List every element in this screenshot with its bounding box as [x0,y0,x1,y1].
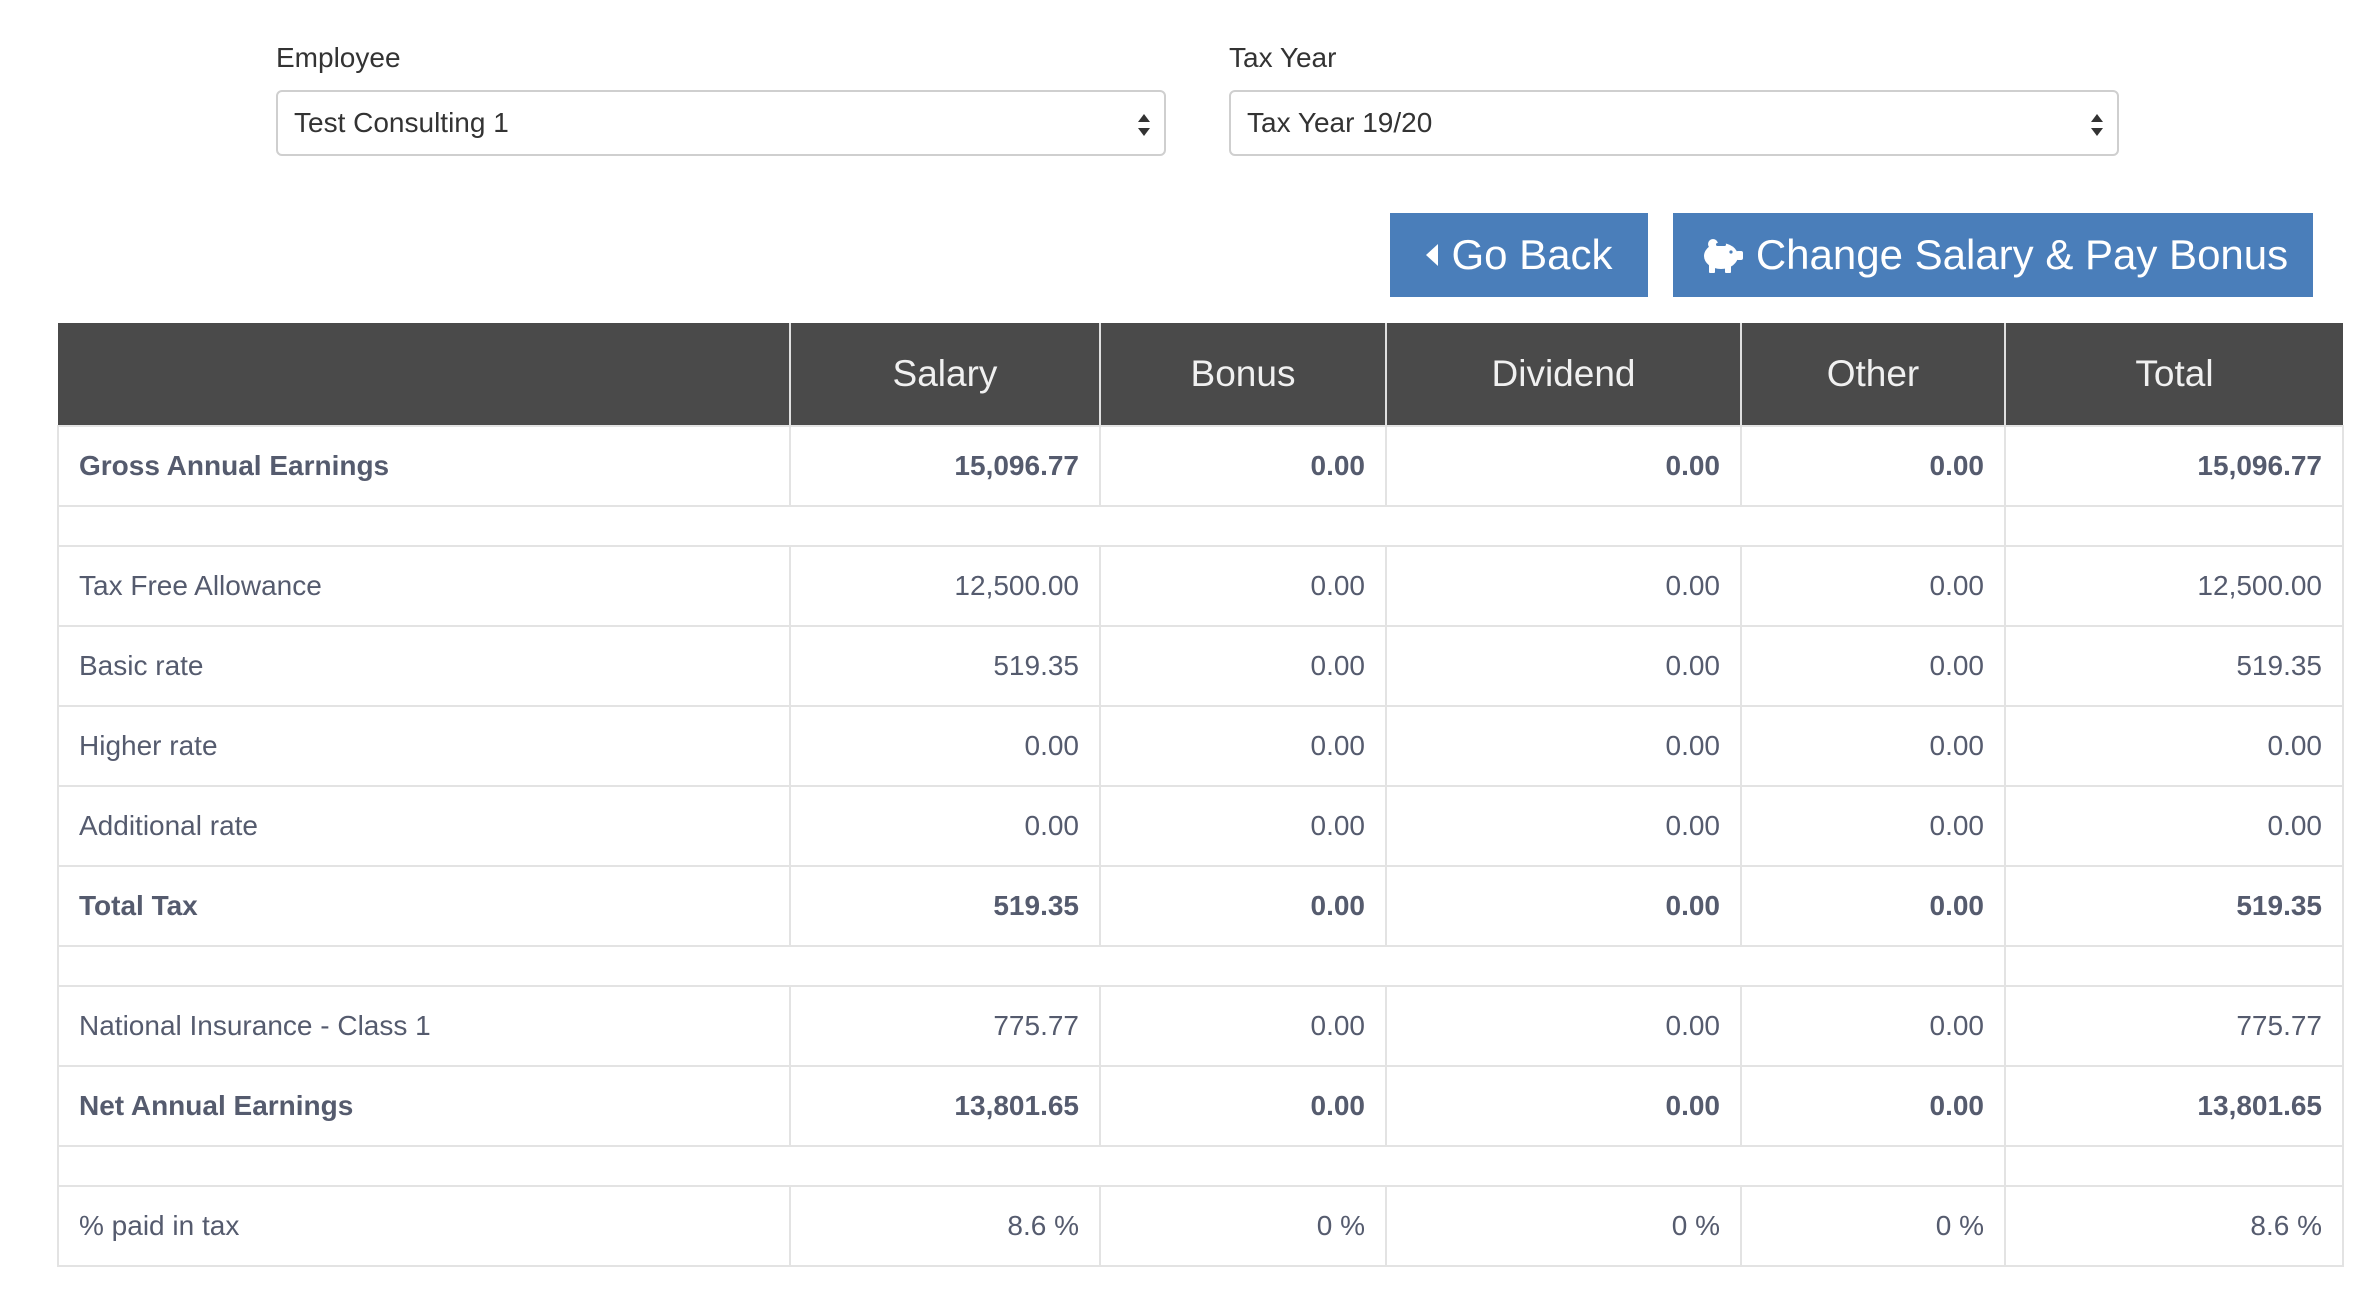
spacer-cell [2004,505,2344,547]
spacer-cell [57,505,2005,547]
table-row-total-tax: Total Tax 519.35 0.00 0.00 0.00 519.35 [57,865,2344,947]
cell-bonus: 0.00 [1099,1065,1387,1147]
cell-dividend: 0.00 [1385,1065,1742,1147]
cell-salary: 519.35 [789,865,1101,947]
table-header-row: Salary Bonus Dividend Other Total [58,323,2343,426]
column-header-bonus: Bonus [1099,323,1386,426]
spacer-cell [57,1145,2005,1187]
spacer-row [57,505,2344,547]
table-row-tax-free-allowance: Tax Free Allowance 12,500.00 0.00 0.00 0… [57,545,2344,627]
employee-field: Employee Test Consulting 1 [276,40,1166,156]
cell-bonus: 0.00 [1099,785,1387,867]
cell-dividend: 0.00 [1385,865,1742,947]
cell-total: 0.00 [2004,785,2344,867]
cell-other: 0.00 [1740,625,2006,707]
change-salary-button[interactable]: Change Salary & Pay Bonus [1673,213,2313,297]
tax-year-select-value: Tax Year 19/20 [1247,107,1433,138]
cell-bonus: 0.00 [1099,425,1387,507]
cell-bonus: 0.00 [1099,865,1387,947]
cell-other: 0.00 [1740,865,2006,947]
column-header-other: Other [1740,323,2005,426]
cell-total: 13,801.65 [2004,1065,2344,1147]
cell-other: 0.00 [1740,785,2006,867]
row-label: % paid in tax [57,1185,791,1267]
cell-bonus: 0.00 [1099,705,1387,787]
row-label: Higher rate [57,705,791,787]
row-label: Gross Annual Earnings [57,425,791,507]
caret-left-icon [1425,243,1439,267]
select-arrows-icon [1138,114,1150,136]
cell-salary: 0.00 [789,705,1101,787]
cell-dividend: 0.00 [1385,625,1742,707]
row-label: Tax Free Allowance [57,545,791,627]
cell-total: 519.35 [2004,865,2344,947]
cell-bonus: 0 % [1099,1185,1387,1267]
spacer-row [57,945,2344,987]
cell-total: 0.00 [2004,705,2344,787]
cell-dividend: 0.00 [1385,785,1742,867]
table-row-higher-rate: Higher rate 0.00 0.00 0.00 0.00 0.00 [57,705,2344,787]
cell-bonus: 0.00 [1099,985,1387,1067]
cell-other: 0.00 [1740,705,2006,787]
row-label: Net Annual Earnings [57,1065,791,1147]
table-row-gross-annual-earnings: Gross Annual Earnings 15,096.77 0.00 0.0… [57,425,2344,507]
cell-total: 15,096.77 [2004,425,2344,507]
cell-salary: 15,096.77 [789,425,1101,507]
row-label: National Insurance - Class 1 [57,985,791,1067]
go-back-button[interactable]: Go Back [1390,213,1648,297]
cell-other: 0 % [1740,1185,2006,1267]
cell-dividend: 0 % [1385,1185,1742,1267]
cell-bonus: 0.00 [1099,625,1387,707]
employee-label: Employee [276,42,401,73]
tax-summary-table: Salary Bonus Dividend Other Total Gross … [57,323,2344,1267]
cell-other: 0.00 [1740,985,2006,1067]
cell-total: 8.6 % [2004,1185,2344,1267]
table-row-basic-rate: Basic rate 519.35 0.00 0.00 0.00 519.35 [57,625,2344,707]
employee-select-value: Test Consulting 1 [294,107,509,138]
cell-salary: 8.6 % [789,1185,1101,1267]
go-back-label: Go Back [1451,231,1613,278]
row-label: Total Tax [57,865,791,947]
spacer-cell [2004,1145,2344,1187]
cell-total: 775.77 [2004,985,2344,1067]
cell-other: 0.00 [1740,545,2006,627]
column-header-salary: Salary [789,323,1100,426]
table-row-percent-paid-in-tax: % paid in tax 8.6 % 0 % 0 % 0 % 8.6 % [57,1185,2344,1267]
tax-year-label: Tax Year [1229,42,1337,73]
table-row-net-annual-earnings: Net Annual Earnings 13,801.65 0.00 0.00 … [57,1065,2344,1147]
cell-salary: 0.00 [789,785,1101,867]
column-header-dividend: Dividend [1385,323,1741,426]
change-salary-label: Change Salary & Pay Bonus [1755,231,2289,278]
cell-dividend: 0.00 [1385,985,1742,1067]
cell-salary: 12,500.00 [789,545,1101,627]
column-header-total: Total [2004,323,2343,426]
cell-salary: 13,801.65 [789,1065,1101,1147]
cell-dividend: 0.00 [1385,425,1742,507]
column-header-label [58,323,790,426]
spacer-cell [2004,945,2344,987]
cell-salary: 519.35 [789,625,1101,707]
row-label: Basic rate [57,625,791,707]
select-arrows-icon [2091,114,2103,136]
table-row-additional-rate: Additional rate 0.00 0.00 0.00 0.00 0.00 [57,785,2344,867]
cell-bonus: 0.00 [1099,545,1387,627]
row-label: Additional rate [57,785,791,867]
tax-year-select[interactable]: Tax Year 19/20 [1229,90,2119,156]
cell-total: 12,500.00 [2004,545,2344,627]
employee-select[interactable]: Test Consulting 1 [276,90,1166,156]
cell-total: 519.35 [2004,625,2344,707]
cell-dividend: 0.00 [1385,705,1742,787]
cell-other: 0.00 [1740,425,2006,507]
piggy-bank-icon [1698,235,1744,275]
table-row-national-insurance: National Insurance - Class 1 775.77 0.00… [57,985,2344,1067]
cell-other: 0.00 [1740,1065,2006,1147]
cell-salary: 775.77 [789,985,1101,1067]
spacer-cell [57,945,2005,987]
tax-year-field: Tax Year Tax Year 19/20 [1229,40,2119,156]
spacer-row [57,1145,2344,1187]
cell-dividend: 0.00 [1385,545,1742,627]
